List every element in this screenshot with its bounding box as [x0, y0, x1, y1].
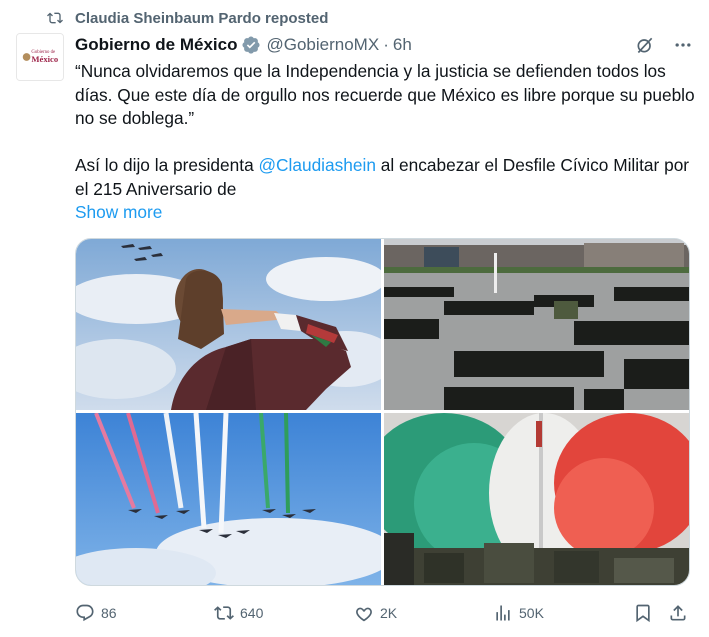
verified-badge-icon[interactable]	[241, 35, 261, 55]
repost-icon	[214, 606, 234, 620]
tweet-body-prefix: Así lo dijo la presidenta	[75, 155, 259, 175]
views-chart-icon	[496, 605, 510, 621]
tweet-text: “Nunca olvidaremos que la Independencia …	[75, 60, 700, 225]
tweet-quote: “Nunca olvidaremos que la Independencia …	[75, 61, 695, 128]
svg-text:México: México	[31, 54, 58, 64]
grok-icon[interactable]	[635, 35, 655, 55]
heart-icon	[356, 607, 372, 622]
tweet-body: Así lo dijo la presidenta @Claudiashein …	[75, 154, 700, 201]
show-more-link[interactable]: Show more	[75, 201, 162, 225]
timestamp[interactable]: 6h	[393, 35, 412, 55]
avatar[interactable]: Gobierno de México	[16, 33, 64, 81]
photo-salute[interactable]	[76, 239, 381, 410]
share-icon	[670, 605, 686, 621]
gobierno-logo: Gobierno de México	[17, 34, 63, 80]
bookmark-icon	[636, 604, 650, 623]
photo-aircraft-smoke[interactable]	[76, 413, 381, 585]
reply-button[interactable]: 86	[75, 600, 117, 626]
media-grid	[75, 238, 690, 586]
photo-tricolor-smoke[interactable]	[384, 413, 689, 585]
views-button[interactable]: 50K	[493, 600, 544, 626]
repost-label: Claudia Sheinbaum Pardo reposted	[75, 9, 329, 27]
repost-button[interactable]: 640	[214, 600, 263, 626]
repost-count: 640	[240, 605, 264, 621]
reply-icon	[76, 604, 94, 622]
author-handle[interactable]: @GobiernoMX	[266, 35, 379, 55]
repost-icon	[47, 12, 63, 24]
separator-dot: ·	[383, 35, 389, 54]
like-count: 2K	[380, 605, 398, 621]
mention-link[interactable]: @Claudiashein	[258, 155, 375, 175]
bookmark-button[interactable]	[633, 600, 659, 626]
reply-count: 86	[101, 605, 117, 621]
author-name[interactable]: Gobierno de México	[75, 35, 237, 55]
repost-context[interactable]: Claudia Sheinbaum Pardo reposted	[46, 8, 328, 28]
more-options-icon[interactable]	[673, 35, 693, 55]
share-button[interactable]	[668, 600, 694, 626]
photo-zocalo-parade[interactable]	[384, 239, 689, 410]
header-actions	[635, 33, 693, 57]
action-bar: 86 640 2K 50K	[75, 600, 695, 626]
tweet-header: Gobierno de México @GobiernoMX · 6h	[75, 33, 693, 57]
like-button[interactable]: 2K	[354, 600, 397, 626]
views-count: 50K	[519, 605, 544, 621]
